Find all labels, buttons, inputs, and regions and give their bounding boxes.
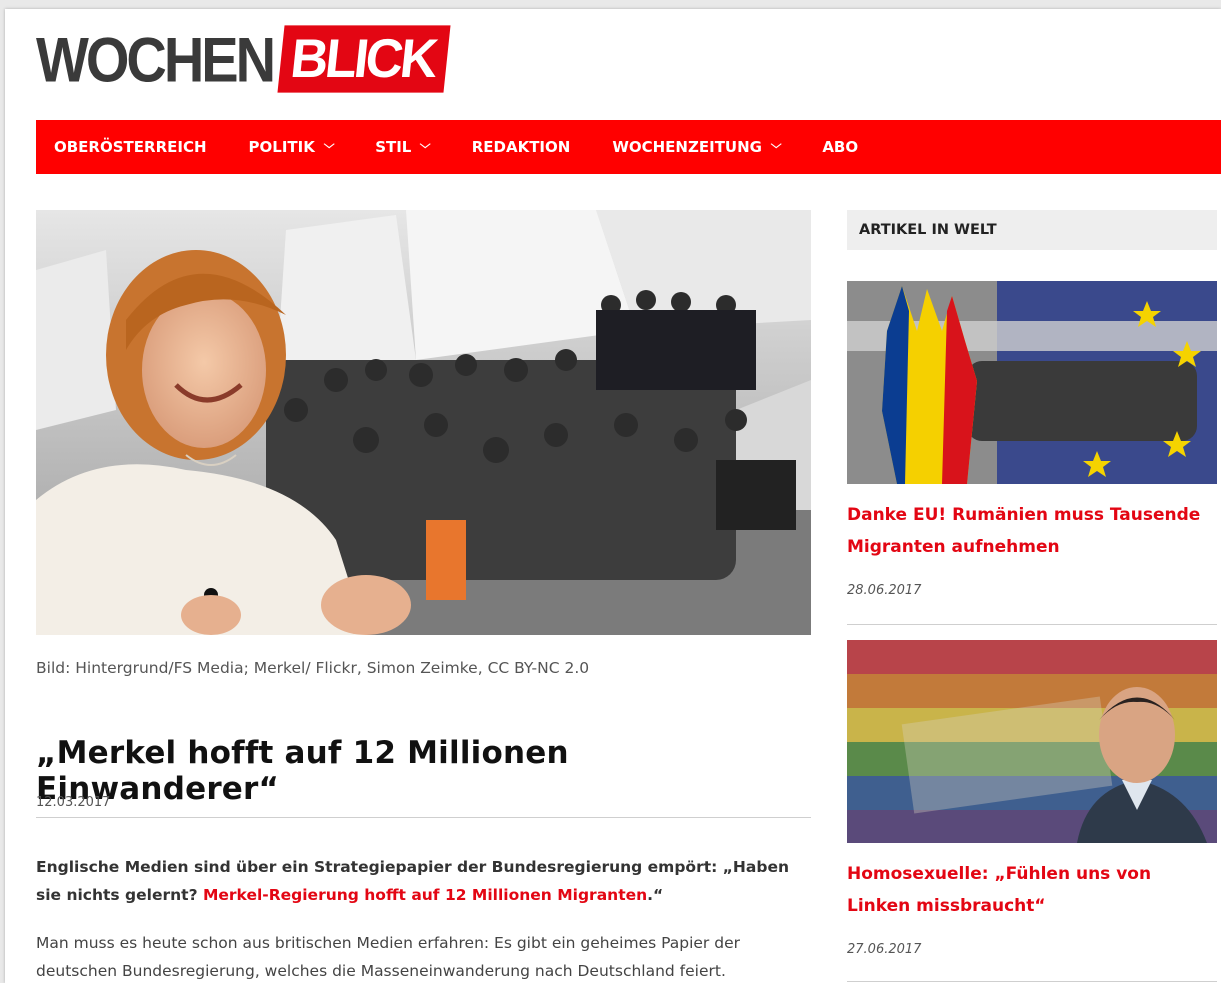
sidebar-item-title[interactable]: Homosexuelle: „Fühlen uns von Linken mis…: [847, 858, 1217, 922]
lead-end: .“: [647, 886, 664, 904]
nav-label: POLITIK: [248, 138, 315, 156]
nav-item-oberoesterreich[interactable]: OBERÖSTERREICH: [54, 138, 207, 156]
article-date: 12.03.2017: [36, 795, 111, 810]
sidebar-item-date: 27.06.2017: [847, 942, 922, 957]
sidebar-divider: [847, 624, 1217, 625]
chevron-down-icon: ⌵: [770, 138, 782, 151]
page: WOCHEN BLICK OBERÖSTERREICH POLITIK ⌵ ST…: [5, 9, 1221, 983]
chevron-down-icon: ⌵: [420, 138, 431, 151]
article-title: „Merkel hofft auf 12 Millionen Einwander…: [36, 735, 811, 818]
article-hero-image: [36, 210, 811, 635]
sidebar-divider: [847, 981, 1217, 982]
sidebar-heading: ARTIKEL IN WELT: [847, 210, 1217, 250]
lead-link[interactable]: Merkel-Regierung hofft auf 12 Millionen …: [203, 886, 647, 904]
nav-item-politik[interactable]: POLITIK ⌵: [248, 138, 335, 156]
main-nav: OBERÖSTERREICH POLITIK ⌵ STIL ⌵ REDAKTIO…: [36, 120, 1221, 174]
nav-item-wochenzeitung[interactable]: WOCHENZEITUNG ⌵: [612, 138, 782, 156]
logo-blick: BLICK: [277, 25, 451, 93]
nav-label: OBERÖSTERREICH: [54, 138, 207, 156]
nav-item-abo[interactable]: ABO: [822, 138, 858, 156]
article-body: Man muss es heute schon aus britischen M…: [36, 934, 740, 980]
image-caption: Bild: Hintergrund/FS Media; Merkel/ Flic…: [36, 659, 590, 677]
nav-label: ABO: [822, 138, 859, 156]
nav-label: WOCHENZEITUNG: [612, 138, 762, 156]
logo-wochen: WOCHEN: [36, 23, 276, 95]
site-logo[interactable]: WOCHEN BLICK: [36, 19, 451, 99]
article-lead: Englische Medien sind über ein Strategie…: [36, 853, 811, 909]
nav-label: REDAKTION: [471, 138, 571, 156]
sidebar-item-date: 28.06.2017: [847, 583, 922, 598]
sidebar-item-title[interactable]: Danke EU! Rumänien muss Tausende Migrant…: [847, 499, 1217, 563]
nav-label: STIL: [375, 138, 412, 156]
sidebar-item-image[interactable]: [847, 281, 1217, 484]
nav-item-stil[interactable]: STIL ⌵: [375, 138, 431, 156]
chevron-down-icon: ⌵: [323, 138, 335, 151]
sidebar-item-image[interactable]: [847, 640, 1217, 843]
nav-item-redaktion[interactable]: REDAKTION: [472, 138, 571, 156]
